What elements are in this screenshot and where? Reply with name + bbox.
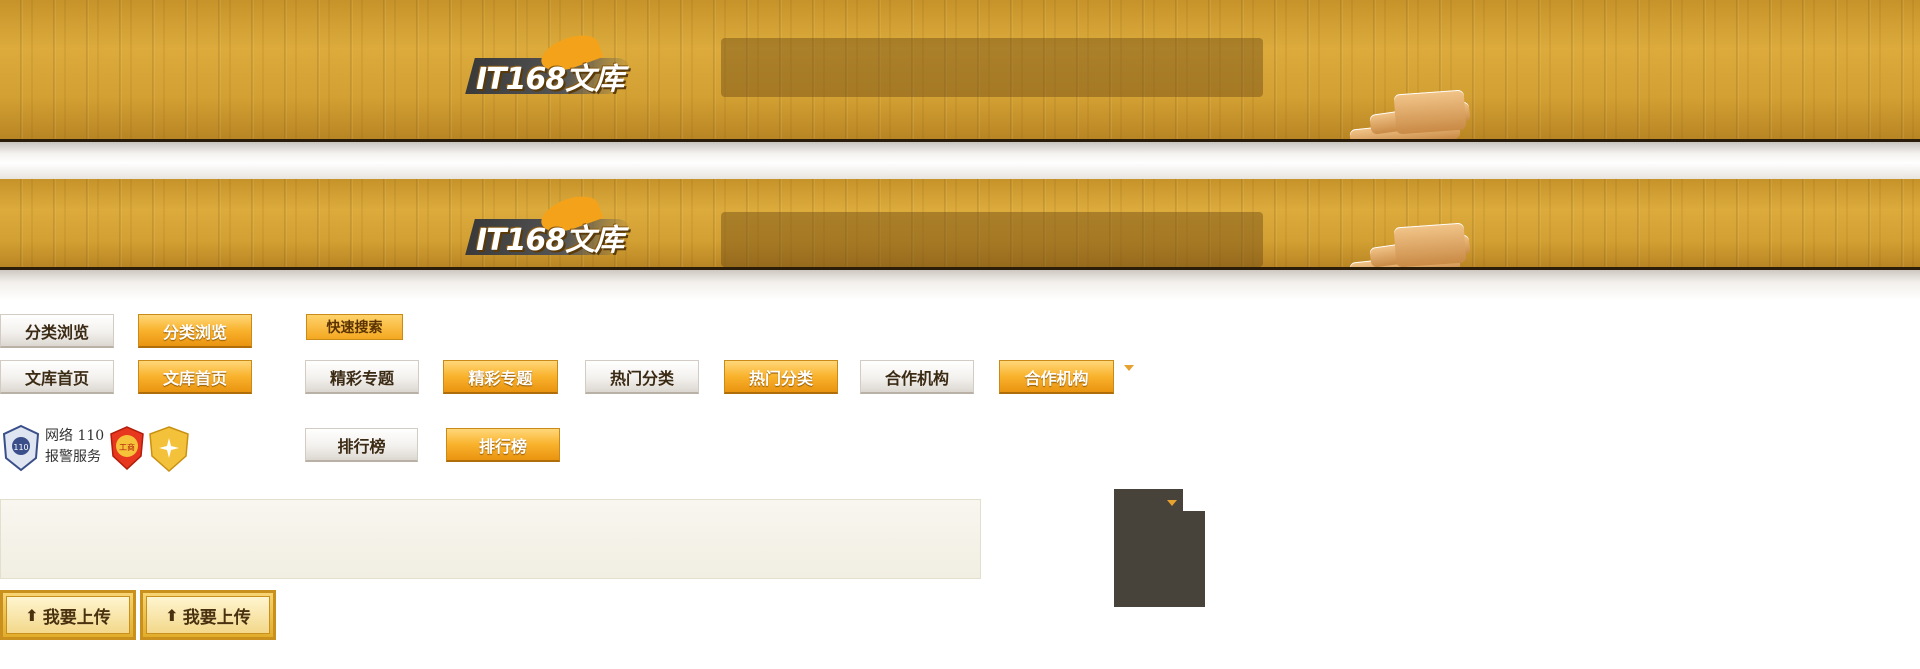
police-service-line1: 网络 110 <box>45 428 105 444</box>
tab-featured-topics[interactable]: 精彩专题 <box>305 360 419 394</box>
chevron-down-icon[interactable] <box>1167 500 1177 506</box>
dropdown-popup[interactable] <box>1114 489 1183 607</box>
tab-partners-active[interactable]: 合作机构 <box>999 360 1114 394</box>
search-input-area[interactable] <box>721 38 1263 97</box>
tab-featured-topics-active[interactable]: 精彩专题 <box>443 360 558 394</box>
tab-hot-categories-active[interactable]: 热门分类 <box>724 360 838 394</box>
header-banner: IT168文库 <box>0 0 1920 142</box>
upload-button[interactable]: ⬆ 我要上传 <box>0 590 136 640</box>
tab-hot-categories[interactable]: 热门分类 <box>585 360 699 394</box>
upload-label: 我要上传 <box>42 607 111 628</box>
dropdown-popup-extension <box>1183 511 1205 607</box>
tab-browse-categories-active[interactable]: 分类浏览 <box>138 314 252 348</box>
site-logo[interactable]: IT168文库 <box>476 54 624 98</box>
shield-text: 工商 <box>119 442 135 452</box>
header-banner-compact: IT168文库 <box>0 179 1920 270</box>
info-panel <box>0 499 981 579</box>
tab-browse-categories[interactable]: 分类浏览 <box>0 314 114 348</box>
upload-label: 我要上传 <box>182 607 251 628</box>
tab-ranking[interactable]: 排行榜 <box>305 428 418 462</box>
quick-search-button[interactable]: 快速搜索 <box>306 314 403 340</box>
banner-shadow <box>0 270 1920 300</box>
police-badge-icon[interactable]: 110 <box>0 424 42 472</box>
site-logo-compact[interactable]: IT168文库 <box>476 215 624 259</box>
arrow-up-icon: ⬆ <box>165 605 179 625</box>
security-shield-icon[interactable] <box>148 426 190 473</box>
police-service-line2: 报警服务 <box>45 449 101 465</box>
business-license-icon[interactable]: 工商 <box>109 426 145 471</box>
tab-library-home-active[interactable]: 文库首页 <box>138 360 252 394</box>
search-input-area-compact[interactable] <box>721 212 1263 267</box>
tab-ranking-active[interactable]: 排行榜 <box>446 428 560 462</box>
books-decoration-icon <box>1349 86 1480 139</box>
police-service-text: 网络 110 报警服务 <box>45 426 104 468</box>
tab-library-home[interactable]: 文库首页 <box>0 360 114 394</box>
svg-text:110: 110 <box>13 443 28 452</box>
popup-notch <box>1183 489 1205 511</box>
chevron-down-icon[interactable] <box>1124 365 1134 371</box>
banner-divider <box>0 142 1920 180</box>
upload-button-hover[interactable]: ⬆ 我要上传 <box>140 590 276 640</box>
arrow-up-icon: ⬆ <box>25 605 39 625</box>
books-decoration-icon <box>1349 219 1480 267</box>
tab-partners[interactable]: 合作机构 <box>860 360 974 394</box>
